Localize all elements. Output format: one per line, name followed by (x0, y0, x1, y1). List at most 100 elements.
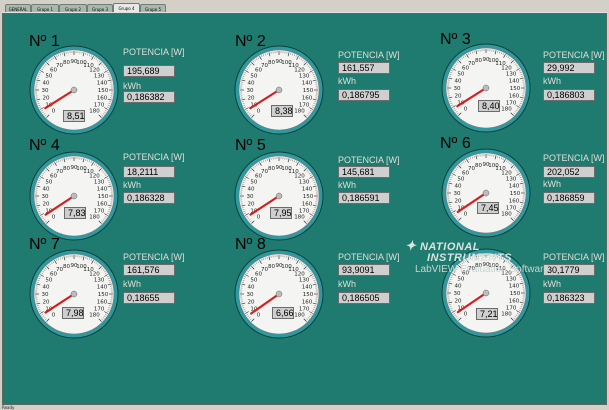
gauge-tick-label: 30 (247, 194, 254, 200)
gauge-tick-label: 40 (42, 284, 49, 290)
gauge-tick-label: 180 (89, 109, 100, 115)
potencia-label: POTENCIA [W] (123, 252, 185, 262)
gauge-pivot (276, 291, 282, 297)
gauge-tick-label: 20 (42, 202, 49, 208)
kwh-value: 0,186382 (123, 91, 175, 103)
gauge: 0102030405060708090100110120130140150160… (440, 147, 532, 239)
gauge-tick-label: 180 (501, 107, 512, 113)
potencia-value: 29,992 (543, 62, 595, 74)
gauge-tick-label: 160 (302, 202, 313, 208)
gauge-tick-label: 30 (454, 291, 461, 297)
gauge-tick-label: 150 (510, 291, 521, 297)
gauge-tick-label: 20 (42, 300, 49, 306)
gauge-tick-label: 0 (52, 109, 56, 115)
gauge-tick-label: 150 (510, 191, 521, 197)
gauge-tick-label: 160 (97, 96, 108, 102)
gauge-tick-label: 80 (63, 166, 70, 172)
gauge-tick-label: 20 (454, 94, 461, 100)
gauge-tick-label: 50 (250, 180, 257, 186)
gauge-digital-readout: 8,38 (271, 105, 293, 117)
gauge-digital-readout: 7,21 (476, 308, 498, 320)
kwh-label: kWh (123, 180, 141, 190)
gauge-pivot (483, 290, 489, 296)
gauge-tick-label: 40 (247, 186, 254, 192)
kwh-value: 0,186795 (338, 89, 390, 101)
gauge-tick-label: 20 (42, 96, 49, 102)
potencia-value: 202,052 (543, 166, 595, 178)
gauge-tick-label: 30 (247, 292, 254, 298)
gauge-tick-label: 40 (454, 78, 461, 84)
gauge-digital-readout: 7,98 (62, 307, 84, 319)
gauge-tick-label: 20 (454, 199, 461, 205)
gauge-tick-label: 150 (303, 88, 314, 94)
gauge: 0102030405060708090100110120130140150160… (233, 44, 325, 136)
gauge-tick-label: 50 (45, 74, 52, 80)
gauge-tick-label: 80 (475, 58, 482, 64)
gauge: 0102030405060708090100110120130140150160… (28, 44, 120, 136)
gauge-tick-label: 180 (294, 313, 305, 319)
gauge-tick-label: 160 (509, 299, 520, 305)
gauge-tick-label: 160 (509, 94, 520, 100)
gauge-tick-label: 40 (42, 80, 49, 86)
gauge-tick-label: 150 (98, 292, 109, 298)
gauge-tick-label: 0 (52, 313, 56, 319)
gauge-tick-label: 0 (464, 212, 468, 218)
gauge-tick-label: 50 (457, 72, 464, 78)
potencia-value: 161,576 (123, 264, 175, 276)
gauge-tick-label: 140 (302, 284, 313, 290)
gauge-tick-label: 160 (302, 96, 313, 102)
kwh-label: kWh (338, 279, 356, 289)
status-bar: Ready (2, 405, 14, 410)
gauge-tick-label: 50 (457, 177, 464, 183)
gauge-tick-label: 140 (509, 183, 520, 189)
gauge-tick-label: 150 (303, 194, 314, 200)
gauge-tick-label: 160 (302, 300, 313, 306)
gauge-tick-label: 140 (97, 186, 108, 192)
gauge-tick-label: 160 (509, 199, 520, 205)
kwh-label: kWh (338, 76, 356, 86)
gauge-tick-label: 80 (63, 264, 70, 270)
gauge-tick-label: 130 (94, 180, 105, 186)
potencia-value: 18,2111 (123, 166, 175, 178)
gauge-tick-label: 150 (510, 86, 521, 92)
potencia-label: POTENCIA [W] (543, 153, 605, 163)
gauge-tick-label: 30 (42, 88, 49, 94)
gauge-tick-label: 30 (454, 191, 461, 197)
gauge-tick-label: 150 (303, 292, 314, 298)
potencia-value: 161,557 (338, 62, 390, 74)
gauge-tick-label: 50 (45, 278, 52, 284)
kwh-value: 0,186803 (543, 89, 595, 101)
gauge-tick-label: 50 (250, 278, 257, 284)
potencia-label: POTENCIA [W] (123, 152, 185, 162)
gauge-tick-label: 150 (98, 194, 109, 200)
kwh-value: 0,186505 (338, 292, 390, 304)
gauge-tick-label: 40 (454, 183, 461, 189)
gauge-tick-label: 30 (42, 292, 49, 298)
gauge: 0102030405060708090100110120130140150160… (440, 42, 532, 134)
gauge-digital-readout: 8,51 (63, 110, 85, 122)
gauge-tick-label: 130 (299, 278, 310, 284)
gauge-tick-label: 0 (257, 109, 261, 115)
gauge-digital-readout: 7,83 (64, 207, 86, 219)
gauge-digital-readout: 8,40 (478, 100, 500, 112)
kwh-value: 0,186323 (543, 292, 595, 304)
gauge-tick-label: 180 (501, 312, 512, 318)
gauge-tick-label: 20 (247, 96, 254, 102)
gauge-pivot (276, 87, 282, 93)
gauge-pivot (71, 193, 77, 199)
gauge-tick-label: 180 (501, 212, 512, 218)
kwh-value: 0,186859 (543, 192, 595, 204)
gauge-tick-label: 80 (63, 60, 70, 66)
gauge: 0102030405060708090100110120130140150160… (28, 150, 120, 242)
labview-watermark: ✦ NATIONAL INSTRUMENTS LabVIEW Evaluatio… (405, 240, 595, 280)
gauge-tick-label: 20 (247, 300, 254, 306)
potencia-label: POTENCIA [W] (338, 252, 400, 262)
gauge-tick-label: 130 (94, 278, 105, 284)
gauge: 0102030405060708090100110120130140150160… (28, 248, 120, 340)
gauge-tick-label: 140 (302, 186, 313, 192)
gauge-tick-label: 40 (247, 284, 254, 290)
gauge-digital-readout: 7,95 (270, 207, 292, 219)
gauge-tick-label: 80 (475, 163, 482, 169)
gauge-digital-readout: 7,45 (477, 202, 499, 214)
kwh-label: kWh (338, 180, 356, 190)
